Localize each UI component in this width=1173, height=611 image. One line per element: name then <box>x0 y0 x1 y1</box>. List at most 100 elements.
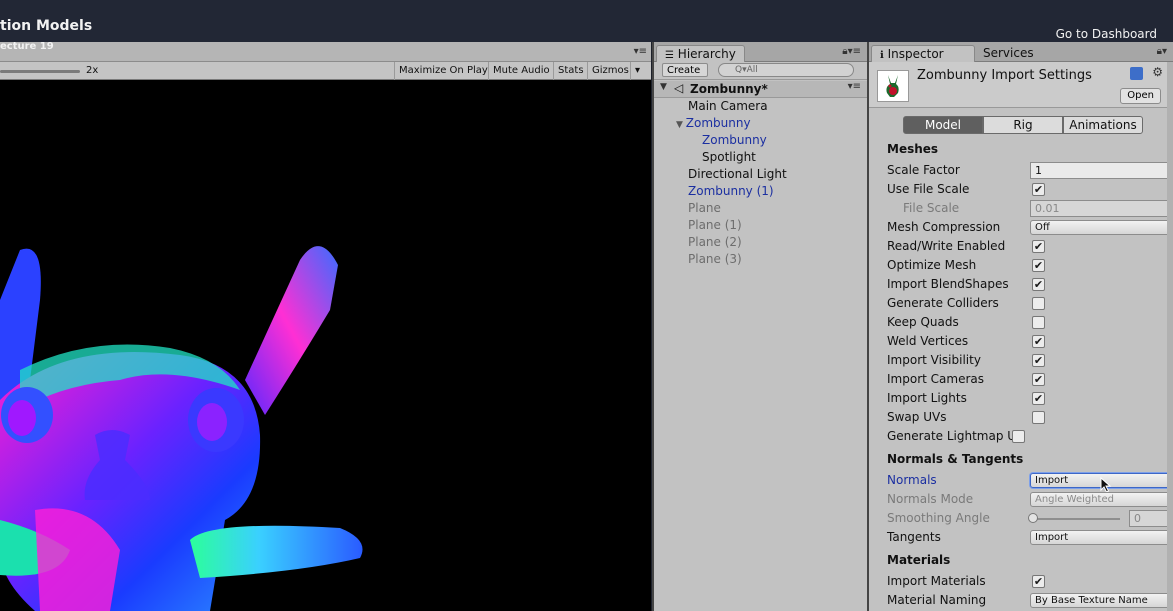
hierarchy-item-main-camera[interactable]: Main Camera <box>688 98 768 115</box>
gizmos-button[interactable]: Gizmos <box>587 62 633 80</box>
material-naming-dropdown[interactable]: By Base Texture Name ⬍ <box>1030 593 1173 608</box>
gizmos-dropdown-icon[interactable]: ▾ <box>630 62 644 80</box>
hierarchy-item-zombunny-1[interactable]: Zombunny (1) <box>688 183 774 200</box>
tab-hierarchy[interactable]: ☰ Hierarchy <box>656 45 745 62</box>
expand-arrow-icon[interactable]: ▼ <box>660 82 667 92</box>
import-materials-checkbox[interactable]: ✔ <box>1032 575 1045 588</box>
label-import-lights: Import Lights <box>887 391 967 405</box>
row-weld-vertices: Weld Vertices ✔ <box>887 332 1173 351</box>
hierarchy-tab-row: ☰ Hierarchy 🔒︎▾≡ <box>654 42 867 62</box>
tab-inspector-label: Inspector <box>887 47 944 61</box>
create-button[interactable]: Create ▾ <box>662 63 708 89</box>
label-import-cameras: Import Cameras <box>887 372 984 386</box>
stats-button[interactable]: Stats <box>553 62 588 80</box>
tab-services[interactable]: Services <box>975 45 1042 62</box>
scene-row[interactable]: ▼ ◁ Zombunny* ▾≡ <box>654 81 867 98</box>
use-file-scale-checkbox[interactable]: ✔ <box>1032 183 1045 196</box>
hierarchy-item-plane-2[interactable]: Plane (2) <box>688 234 742 251</box>
hierarchy-item-plane-1[interactable]: Plane (1) <box>688 217 742 234</box>
row-material-naming: Material Naming By Base Texture Name ⬍ <box>887 591 1173 610</box>
unity-scene-icon: ◁ <box>674 81 684 95</box>
optimize-mesh-checkbox[interactable]: ✔ <box>1032 259 1045 272</box>
row-mesh-compression: Mesh Compression Off ⬍ <box>887 218 1173 237</box>
go-to-dashboard-link[interactable]: Go to Dashboard <box>1056 27 1157 41</box>
hierarchy-searchbar: Create ▾ Q▾All <box>654 62 867 89</box>
row-normals: Normals Import ⬍ <box>887 471 1173 493</box>
scale-slider[interactable] <box>0 70 80 73</box>
open-button[interactable]: Open <box>1120 88 1161 104</box>
row-normals-mode: Normals Mode Angle Weighted ⬍ <box>887 490 1173 509</box>
mute-audio-button[interactable]: Mute Audio <box>488 62 554 80</box>
hierarchy-item-plane[interactable]: Plane <box>688 200 721 217</box>
hierarchy-item-zombunny[interactable]: ▼ Zombunny <box>676 115 751 132</box>
tab-animations[interactable]: Animations <box>1063 116 1143 134</box>
inspector-title: Zombunny Import Settings <box>917 68 1092 83</box>
section-normals-tangents: Normals & Tangents <box>887 452 1024 466</box>
tangents-dropdown[interactable]: Import ⬍ <box>1030 530 1173 545</box>
row-swap-uvs: Swap UVs <box>887 408 1173 427</box>
game-viewport[interactable] <box>0 80 651 611</box>
row-import-lights: Import Lights ✔ <box>887 389 1173 408</box>
label-generate-lightmap-uvs: Generate Lightmap UV <box>887 429 1012 443</box>
row-tangents: Tangents Import ⬍ <box>887 528 1173 547</box>
top-bar: tion Models Go to Dashboard <box>0 0 1173 42</box>
expand-arrow-icon[interactable]: ▼ <box>676 120 686 130</box>
row-use-file-scale: Use File Scale ✔ <box>887 180 1173 199</box>
hierarchy-search-input[interactable]: Q▾All <box>718 63 854 77</box>
read-write-checkbox[interactable]: ✔ <box>1032 240 1045 253</box>
keep-quads-checkbox[interactable] <box>1032 316 1045 329</box>
label-tangents: Tangents <box>887 530 941 544</box>
create-button-label: Create <box>667 65 701 76</box>
label-weld-vertices: Weld Vertices <box>887 334 969 348</box>
import-blendshapes-checkbox[interactable]: ✔ <box>1032 278 1045 291</box>
scale-factor-input[interactable]: 1 <box>1030 162 1173 179</box>
game-toolbar: 2x Maximize On Play Mute Audio Stats Giz… <box>0 62 651 80</box>
generate-colliders-checkbox[interactable] <box>1032 297 1045 310</box>
import-cameras-checkbox[interactable]: ✔ <box>1032 373 1045 386</box>
generate-lightmap-uvs-checkbox[interactable] <box>1012 430 1025 443</box>
tab-model[interactable]: Model <box>903 116 983 134</box>
import-visibility-checkbox[interactable]: ✔ <box>1032 354 1045 367</box>
hierarchy-item-spotlight[interactable]: Spotlight <box>702 149 756 166</box>
info-icon: ℹ <box>880 50 884 61</box>
mesh-compression-value: Off <box>1035 222 1050 233</box>
model-thumbnail <box>877 70 909 102</box>
smoothing-angle-track <box>1032 518 1120 520</box>
label-material-naming: Material Naming <box>887 593 987 607</box>
zombunny-thumbnail-icon <box>886 75 899 97</box>
gear-icon[interactable]: ⚙ <box>1152 65 1163 79</box>
mesh-compression-dropdown[interactable]: Off ⬍ <box>1030 220 1173 235</box>
import-tabs: Model Rig Animations <box>903 116 1143 134</box>
material-naming-value: By Base Texture Name <box>1035 595 1148 606</box>
game-view-panel: ▾≡ 2x Maximize On Play Mute Audio Stats … <box>0 42 651 611</box>
hierarchy-item-label: Zombunny <box>685 116 751 130</box>
section-materials: Materials <box>887 553 951 567</box>
maximize-on-play-button[interactable]: Maximize On Play <box>394 62 492 80</box>
label-swap-uvs: Swap UVs <box>887 410 947 424</box>
help-book-icon[interactable] <box>1130 67 1143 80</box>
label-normals: Normals <box>887 473 937 487</box>
swap-uvs-checkbox[interactable] <box>1032 411 1045 424</box>
import-lights-checkbox[interactable]: ✔ <box>1032 392 1045 405</box>
scene-menu-icon[interactable]: ▾≡ <box>848 81 861 92</box>
hierarchy-item-zombunny-child[interactable]: Zombunny <box>702 132 767 149</box>
lecture-title: tion Models <box>0 18 93 34</box>
row-smoothing-angle: Smoothing Angle 0 <box>887 509 1173 528</box>
tab-inspector[interactable]: ℹ Inspector <box>871 45 975 62</box>
tab-rig[interactable]: Rig <box>983 116 1063 134</box>
label-import-blendshapes: Import BlendShapes <box>887 277 1009 291</box>
label-read-write: Read/Write Enabled <box>887 239 1006 253</box>
lock-icon[interactable]: 🔒︎▾ <box>1157 46 1167 57</box>
label-import-materials: Import Materials <box>887 574 986 588</box>
panel-menu-icon[interactable]: ▾≡ <box>634 46 647 57</box>
row-file-scale: File Scale 0.01 <box>903 199 1173 218</box>
weld-vertices-checkbox[interactable]: ✔ <box>1032 335 1045 348</box>
row-generate-colliders: Generate Colliders <box>887 294 1173 313</box>
lock-icon[interactable]: 🔒︎▾≡ <box>842 46 861 57</box>
hierarchy-item-plane-3[interactable]: Plane (3) <box>688 251 742 268</box>
label-use-file-scale: Use File Scale <box>887 182 970 196</box>
hierarchy-panel: ☰ Hierarchy 🔒︎▾≡ Create ▾ Q▾All ▼ ◁ Zomb… <box>652 42 867 611</box>
label-smoothing-angle: Smoothing Angle <box>887 511 990 525</box>
inspector-scrollbar[interactable] <box>1167 62 1173 611</box>
hierarchy-item-directional-light[interactable]: Directional Light <box>688 166 787 183</box>
